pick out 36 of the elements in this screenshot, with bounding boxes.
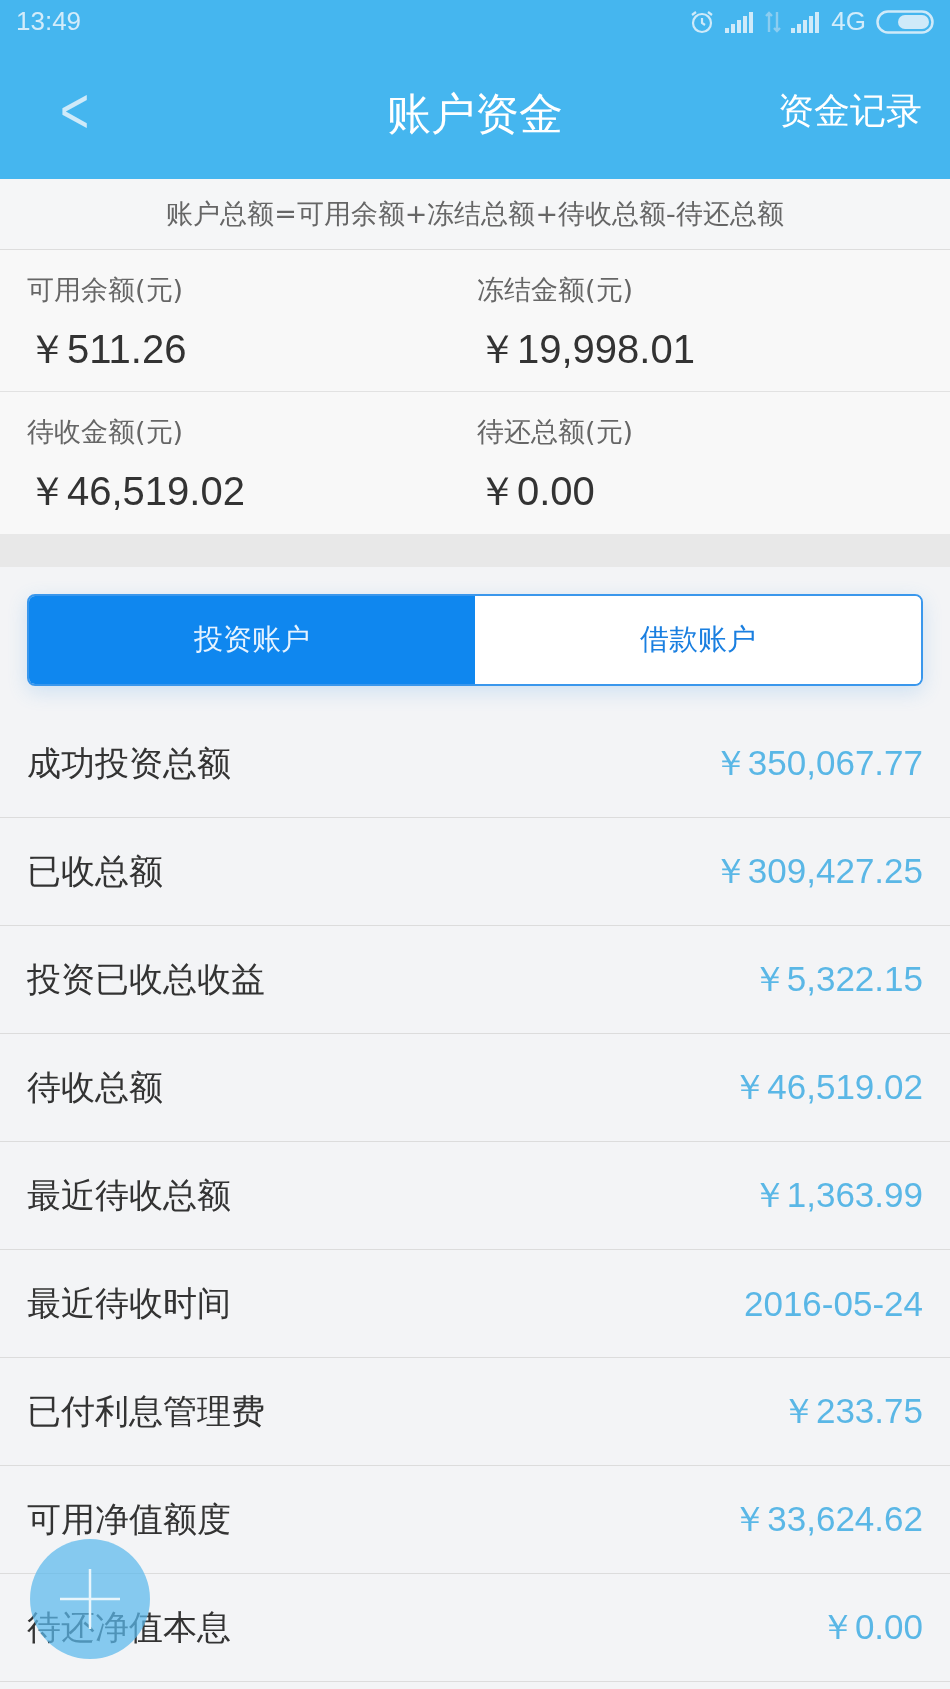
- row-value: ￥233.75: [780, 1390, 923, 1432]
- summary-value: ￥19,998.01: [477, 326, 696, 373]
- status-time: 13:49: [16, 6, 82, 37]
- row-label: 可用净值额度: [27, 1497, 231, 1541]
- summary-value: ￥511.26: [27, 326, 188, 373]
- row-value: 2016-05-24: [743, 1283, 923, 1324]
- row-value: ￥46,519.02: [732, 1066, 923, 1108]
- data-arrows-icon: [765, 9, 782, 34]
- account-tab[interactable]: 借款账户: [475, 596, 921, 684]
- battery-icon: [876, 9, 936, 34]
- signal-icon: [725, 10, 756, 33]
- row-label: 最近待收时间: [27, 1281, 231, 1325]
- row-label: 最近待收总额: [27, 1173, 231, 1217]
- row-label: 已付利息管理费: [27, 1389, 265, 1433]
- row-value: ￥5,322.15: [751, 958, 923, 1000]
- row-value: ￥0.00: [819, 1606, 923, 1648]
- row-value: ￥33,624.62: [732, 1498, 923, 1540]
- page-title: 账户资金: [387, 87, 563, 141]
- row-value: ￥350,067.77: [712, 742, 923, 784]
- summary-label: 冻结金额(元): [477, 273, 635, 307]
- signal-icon: [791, 10, 822, 33]
- summary-label: 待还总额(元): [477, 415, 635, 449]
- summary-value: ￥0.00: [477, 468, 596, 515]
- row-label: 投资已收总收益: [27, 957, 265, 1001]
- row-value: ￥1,363.99: [751, 1174, 923, 1216]
- row-value: ￥309,427.25: [712, 850, 923, 892]
- summary-label: 待收金额(元): [27, 415, 185, 449]
- summary-label: 可用余额(元): [27, 273, 185, 307]
- row-label: 成功投资总额: [27, 741, 231, 785]
- records-button[interactable]: 资金记录: [778, 86, 922, 136]
- row-label: 已收总额: [27, 849, 163, 893]
- back-button[interactable]: <: [60, 73, 90, 149]
- row-label: 待收总额: [27, 1065, 163, 1109]
- account-tab[interactable]: 投资账户: [29, 596, 475, 684]
- network-label: 4G: [831, 6, 866, 37]
- summary-value: ￥46,519.02: [27, 468, 246, 515]
